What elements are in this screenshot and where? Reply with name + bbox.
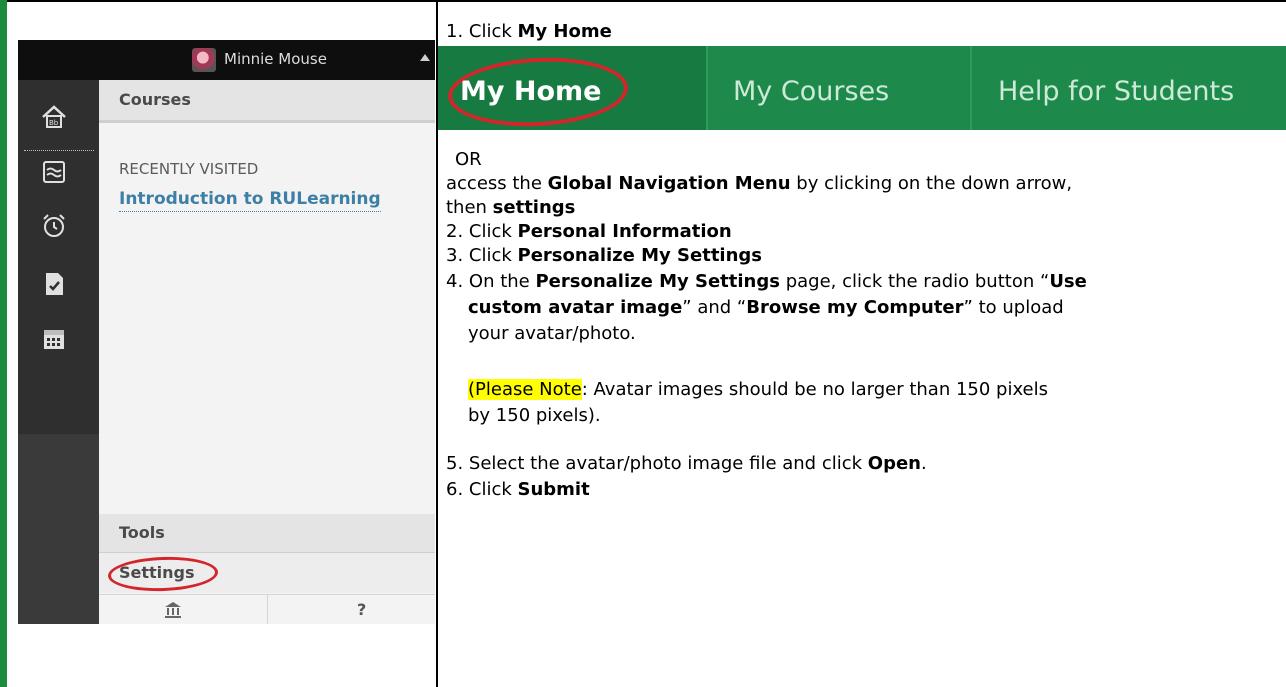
tools-header[interactable]: Tools: [99, 514, 435, 553]
global-text-b: by clicking on the down arrow,: [790, 173, 1073, 194]
step-5-bold: Open: [867, 453, 921, 474]
step-2-bold: Personal Information: [517, 221, 732, 242]
grades-icon[interactable]: [40, 270, 68, 298]
courses-label: Courses: [119, 90, 191, 109]
alarm-clock-icon[interactable]: [40, 212, 68, 240]
tab-my-courses[interactable]: My Courses: [733, 76, 889, 107]
step-4-cont: custom avatar image” and “Browse my Comp…: [468, 296, 1064, 320]
avatar[interactable]: [192, 48, 216, 72]
note-text-a: : Avatar images should be no larger than…: [581, 379, 1049, 400]
step-4-text-b: page, click the radio button “: [779, 271, 1050, 292]
sidebar-footer: ?: [99, 594, 435, 624]
step-5-text: 5. Select the avatar/photo image file an…: [446, 453, 868, 474]
help-icon[interactable]: ?: [357, 600, 366, 619]
calendar-icon[interactable]: [40, 325, 68, 353]
step-4-bold-2: Use: [1049, 271, 1087, 292]
lms-content-panel: Courses RECENTLY VISITED Introduction to…: [99, 80, 435, 624]
tab-help-for-students[interactable]: Help for Students: [998, 76, 1234, 107]
step-3-bold: Personalize My Settings: [517, 245, 763, 266]
lms-sidebar-screenshot: Minnie Mouse Bb Courses RECENTLY VISITED…: [18, 40, 435, 624]
lms-header: Minnie Mouse: [18, 40, 435, 80]
nav-divider: [706, 46, 708, 130]
left-accent-bar: [0, 0, 7, 687]
or-separator: OR: [455, 149, 482, 170]
step-5-end: .: [920, 453, 927, 474]
step-1: 1. Click My Home: [446, 20, 612, 44]
note-highlight: (Please Note: [468, 379, 582, 400]
course-link[interactable]: Introduction to RULearning: [119, 189, 381, 212]
tools-label: Tools: [119, 523, 165, 542]
global-text-c: then: [446, 197, 493, 218]
step-1-bold: My Home: [517, 21, 612, 42]
step-6-bold: Submit: [517, 479, 590, 500]
courses-header[interactable]: Courses: [99, 80, 435, 123]
avatar-size-note: (Please Note: Avatar images should be no…: [468, 378, 1048, 402]
step-2: 2. Click Personal Information: [446, 220, 732, 244]
step-4-bold-1: Personalize My Settings: [535, 271, 780, 292]
global-nav-instruction-cont: then settings: [446, 196, 575, 220]
step-3: 3. Click Personalize My Settings: [446, 244, 762, 268]
step-4-text-c: ” and “: [682, 297, 747, 318]
step-4-bold-4: Browse my Computer: [746, 297, 964, 318]
bb-home-icon[interactable]: Bb: [40, 103, 68, 131]
activity-stream-icon[interactable]: [40, 158, 68, 186]
step-6: 6. Click Submit: [446, 478, 590, 502]
global-settings-bold: settings: [492, 197, 576, 218]
footer-divider: [267, 595, 268, 624]
step-5: 5. Select the avatar/photo image file an…: [446, 452, 927, 476]
settings-item[interactable]: Settings: [99, 553, 435, 593]
global-nav-instruction: access the Global Navigation Menu by cli…: [446, 172, 1072, 196]
step-4-text-a: 4. On the: [446, 271, 536, 292]
step-4: 4. On the Personalize My Settings page, …: [446, 270, 1087, 294]
step-3-text: 3. Click: [446, 245, 518, 266]
step-4-text-e: your avatar/photo.: [468, 323, 636, 344]
step-1-text: 1. Click: [446, 21, 518, 42]
user-name[interactable]: Minnie Mouse: [224, 50, 327, 68]
step-2-text: 2. Click: [446, 221, 518, 242]
note-text-b: by 150 pixels).: [468, 405, 601, 426]
svg-text:Bb: Bb: [49, 119, 59, 127]
active-indicator: [24, 150, 94, 151]
settings-highlight-oval: [107, 555, 219, 593]
rail-bottom-shade: [18, 434, 99, 624]
step-4-cont-2: your avatar/photo.: [468, 322, 636, 346]
table-top-border: [7, 0, 1286, 2]
nav-divider: [970, 46, 972, 130]
global-text-a: access the: [446, 173, 548, 194]
step-6-text: 6. Click: [446, 479, 518, 500]
avatar-size-note-cont: by 150 pixels).: [468, 404, 601, 428]
global-menu-arrow-icon[interactable]: [420, 54, 430, 61]
step-4-bold-3: custom avatar image: [468, 297, 683, 318]
recently-visited-label: RECENTLY VISITED: [119, 160, 259, 178]
icon-rail: Bb: [18, 80, 99, 624]
global-bold: Global Navigation Menu: [547, 173, 791, 194]
step-4-text-d: ” to upload: [963, 297, 1064, 318]
top-nav-screenshot: My Home My Courses Help for Students: [438, 46, 1286, 130]
institution-icon[interactable]: [163, 600, 183, 620]
